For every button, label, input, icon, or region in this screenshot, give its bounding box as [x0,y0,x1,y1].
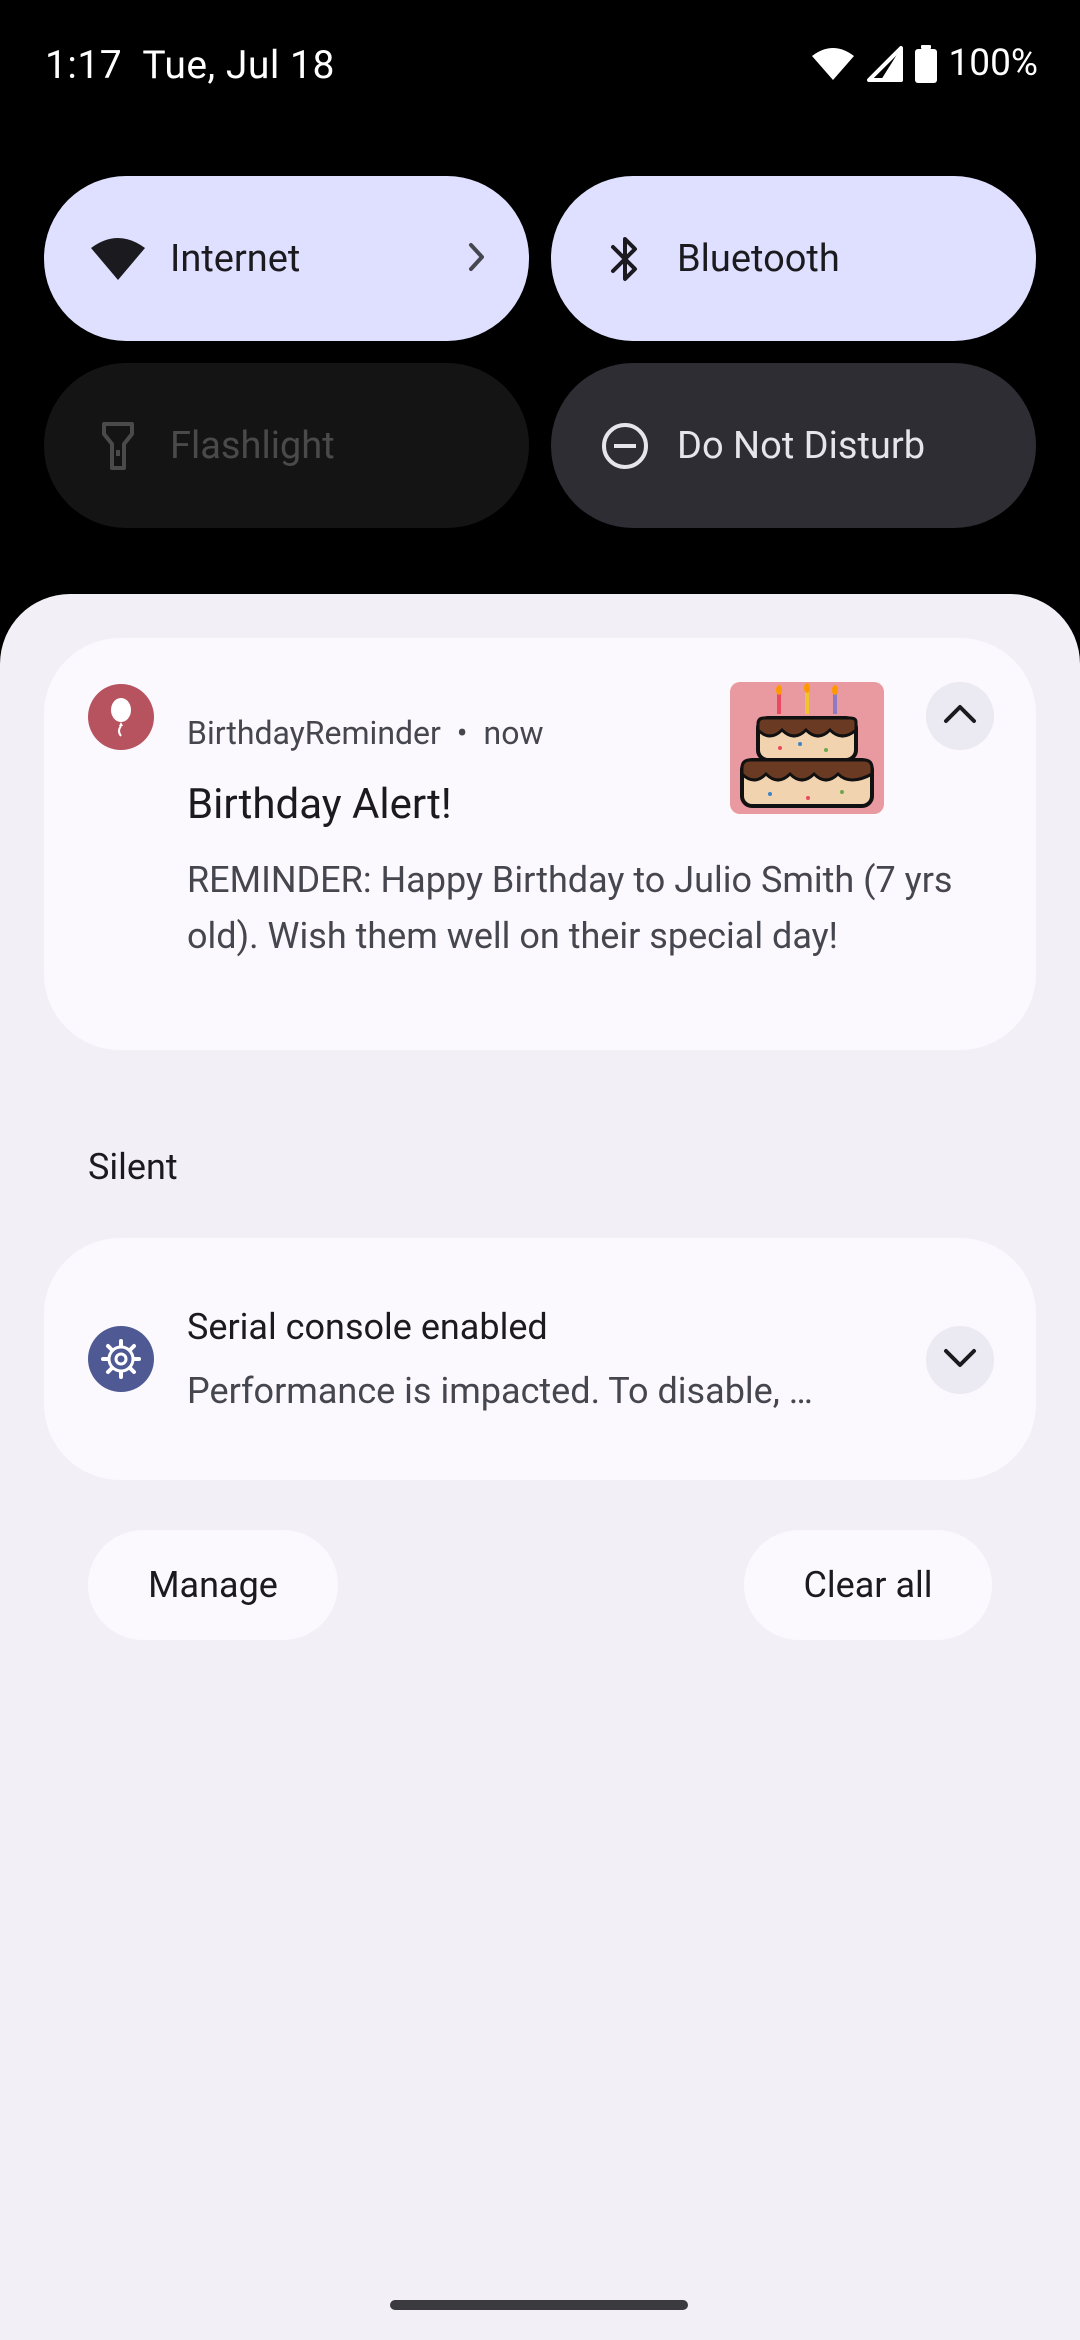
birthday-cake-image [730,682,884,814]
notification-title: Birthday Alert! [187,780,452,829]
status-icons: 100% [811,42,1038,85]
date: Tue, Jul 18 [142,42,335,88]
notification-time: now [483,714,544,752]
collapse-button[interactable] [926,682,994,750]
tile-flashlight-label: Flashlight [170,423,335,468]
chevron-up-icon [942,703,978,729]
battery-icon [914,44,937,83]
gear-icon [88,1326,154,1392]
app-name: BirthdayReminder [187,714,441,752]
tile-bluetooth-label: Bluetooth [677,236,840,281]
notification-text: Performance is impacted. To disable, … [187,1370,813,1412]
status-time: 1:17 Tue, Jul 18 [45,42,335,88]
do-not-disturb-icon [593,414,657,478]
bluetooth-icon [593,227,657,291]
chevron-down-icon [942,1347,978,1373]
birthday-notification[interactable]: BirthdayReminder • now Birthday Alert! R… [44,638,1036,1050]
cell-signal-icon [866,45,903,82]
tile-flashlight[interactable]: Flashlight [44,363,529,528]
serial-console-notification[interactable]: Serial console enabled Performance is im… [44,1238,1036,1480]
wifi-icon [86,227,150,291]
tile-dnd-label: Do Not Disturb [677,423,926,468]
manage-button[interactable]: Manage [88,1530,338,1640]
battery-percent: 100% [948,42,1038,85]
tile-bluetooth[interactable]: Bluetooth [551,176,1036,341]
tile-internet[interactable]: Internet [44,176,529,341]
clock: 1:17 [45,42,123,88]
notification-header: BirthdayReminder • now [187,714,544,752]
tile-do-not-disturb[interactable]: Do Not Disturb [551,363,1036,528]
wifi-icon [811,46,855,82]
gesture-navigation-handle[interactable] [390,2300,688,2310]
separator-dot: • [456,714,468,752]
clear-all-button[interactable]: Clear all [744,1530,992,1640]
expand-button[interactable] [926,1326,994,1394]
chevron-right-icon [467,241,487,277]
tile-internet-label: Internet [170,236,301,281]
silent-section-header: Silent [88,1146,178,1188]
notification-title: Serial console enabled [187,1306,548,1348]
balloon-icon [88,684,154,750]
status-bar: 1:17 Tue, Jul 18 100% [0,0,1080,130]
flashlight-icon [86,414,150,478]
notification-text: REMINDER: Happy Birthday to Julio Smith … [187,859,953,957]
